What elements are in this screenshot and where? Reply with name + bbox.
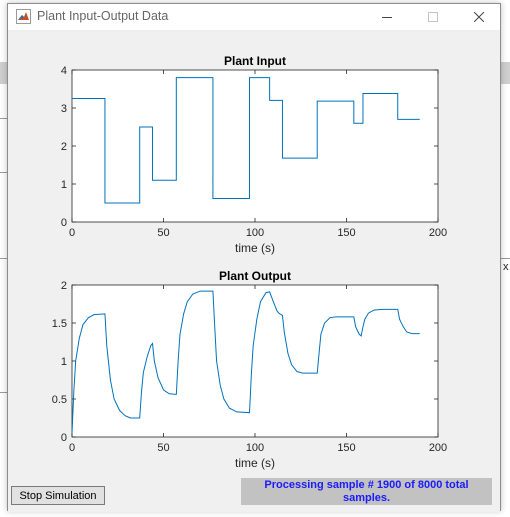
maximize-icon (428, 12, 438, 22)
window-title: Plant Input-Output Data (37, 9, 169, 23)
background-divider (501, 258, 510, 259)
maximize-button[interactable] (410, 4, 456, 30)
x-tick-label: 200 (429, 227, 447, 239)
matlab-logo-icon (16, 9, 31, 24)
x-tick-label: 0 (69, 442, 75, 454)
close-icon (474, 12, 484, 22)
figure-window: Plant Input-Output Data 0 50 100 150 200 0 1 2 3… (7, 3, 501, 512)
figure-content: 0 50 100 150 200 0 1 2 3 4 Plant Input time (s) 0 50 1… (8, 30, 500, 512)
x-axis-label: time (s) (235, 456, 275, 470)
axes-box (71, 69, 439, 223)
status-text: Processing sample # 1900 of 8000 total s… (241, 478, 492, 505)
minimize-button[interactable] (364, 4, 410, 30)
y-tick-label: 4 (61, 65, 67, 77)
stop-simulation-button[interactable]: Stop Simulation (11, 486, 105, 505)
x-tick-label: 200 (429, 442, 447, 454)
y-tick-label: 0 (61, 217, 67, 229)
background-close-icon: x (503, 261, 509, 273)
y-tick-label: 1 (61, 356, 67, 368)
x-tick-label: 100 (246, 442, 264, 454)
title-bar[interactable]: Plant Input-Output Data (8, 4, 500, 30)
background-strip (501, 62, 510, 84)
plots-canvas: 0 50 100 150 200 0 1 2 3 4 Plant Input time (s) 0 50 1… (52, 54, 447, 470)
x-tick-label: 50 (157, 227, 169, 239)
x-tick-label: 100 (246, 227, 264, 239)
y-tick-label: 1 (61, 179, 67, 191)
y-tick-label: 0 (61, 432, 67, 444)
x-tick-label: 150 (337, 442, 355, 454)
y-tick-label: 1.5 (52, 318, 67, 330)
x-axis-label: time (s) (235, 241, 275, 255)
x-tick-label: 0 (69, 227, 75, 239)
y-tick-label: 2 (61, 280, 67, 292)
minimize-icon (382, 17, 392, 18)
y-tick-label: 2 (61, 141, 67, 153)
chart-title: Plant Output (219, 269, 291, 283)
chart-title: Plant Input (224, 54, 286, 68)
y-tick-label: 0.5 (52, 394, 67, 406)
axes-box (71, 284, 439, 438)
y-tick-label: 3 (61, 103, 67, 115)
x-tick-label: 150 (337, 227, 355, 239)
close-button[interactable] (456, 4, 502, 30)
x-tick-label: 50 (157, 442, 169, 454)
